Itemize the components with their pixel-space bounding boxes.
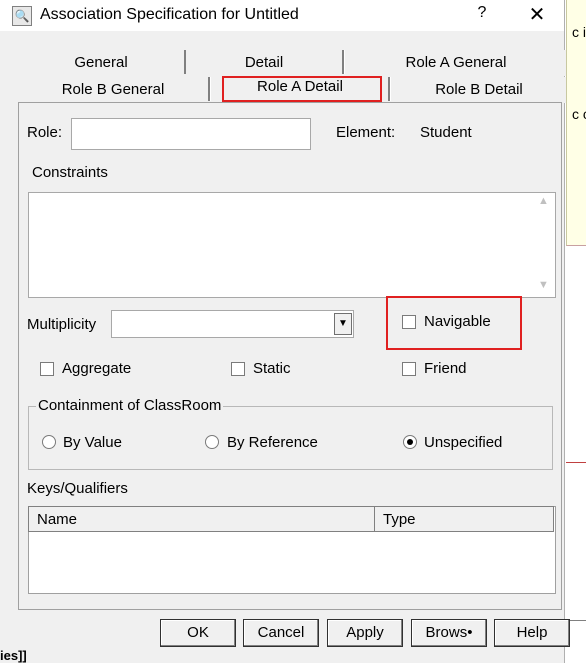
navigable-label: Navigable: [424, 313, 491, 330]
dropdown-arrow-icon[interactable]: ▼: [334, 313, 352, 335]
radio-selected-dot: [407, 439, 413, 445]
tab-general[interactable]: General: [18, 50, 184, 76]
active-tab-highlight: [222, 76, 382, 102]
column-header-name-label: Name: [37, 511, 78, 528]
tab-role-a-general[interactable]: Role A General: [346, 50, 566, 76]
scroll-down-icon[interactable]: ▼: [538, 279, 549, 291]
magnifier-icon: 🔍: [12, 6, 32, 26]
tab-divider: [388, 77, 391, 101]
tab-divider: [208, 77, 211, 101]
ok-button[interactable]: OK: [160, 619, 236, 647]
help-button[interactable]: Help: [494, 619, 570, 647]
tab-role-b-detail[interactable]: Role B Detail: [392, 77, 566, 103]
tab-divider: [342, 50, 345, 74]
background-line: [566, 462, 586, 463]
navigable-checkbox[interactable]: [402, 315, 416, 329]
multiplicity-label: Multiplicity: [27, 316, 97, 333]
role-input[interactable]: [71, 118, 311, 150]
cancel-button[interactable]: Cancel: [243, 619, 319, 647]
window-title: Association Specification for Untitled: [40, 6, 299, 23]
static-checkbox[interactable]: [231, 362, 245, 376]
unspecified-label: Unspecified: [424, 434, 503, 451]
by-reference-radio[interactable]: [205, 435, 219, 449]
constraints-textarea[interactable]: [28, 192, 556, 298]
constraints-label: Constraints: [32, 164, 108, 181]
aggregate-checkbox[interactable]: [40, 362, 54, 376]
close-button[interactable]: ✕: [524, 3, 550, 27]
help-title-button[interactable]: ?: [470, 4, 494, 26]
column-header-type[interactable]: Type: [374, 506, 554, 532]
tab-role-b-general[interactable]: Role B General: [18, 77, 208, 103]
aggregate-label: Aggregate: [62, 360, 132, 377]
static-label: Static: [253, 360, 291, 377]
element-value: Student: [420, 124, 472, 141]
by-value-label: By Value: [63, 434, 122, 451]
scroll-up-icon[interactable]: ▲: [538, 195, 549, 207]
by-value-radio[interactable]: [42, 435, 56, 449]
unspecified-radio[interactable]: [403, 435, 417, 449]
multiplicity-select[interactable]: [111, 310, 354, 338]
browse-button[interactable]: Brows•: [411, 619, 487, 647]
containment-title: Containment of ClassRoom: [36, 397, 224, 414]
role-label: Role:: [27, 124, 63, 141]
background-text-2: c cl: [572, 106, 586, 122]
column-header-type-label: Type: [383, 511, 416, 528]
by-reference-label: By Reference: [227, 434, 318, 451]
friend-checkbox[interactable]: [402, 362, 416, 376]
background-text-3: ies]]: [0, 648, 27, 663]
tab-detail[interactable]: Detail: [186, 50, 342, 76]
apply-button[interactable]: Apply: [327, 619, 403, 647]
background-text-1: c in: [572, 24, 586, 40]
friend-label: Friend: [424, 360, 467, 377]
column-header-name[interactable]: Name: [28, 506, 375, 532]
keys-qualifiers-label: Keys/Qualifiers: [27, 480, 128, 497]
element-label: Element:: [336, 124, 396, 141]
